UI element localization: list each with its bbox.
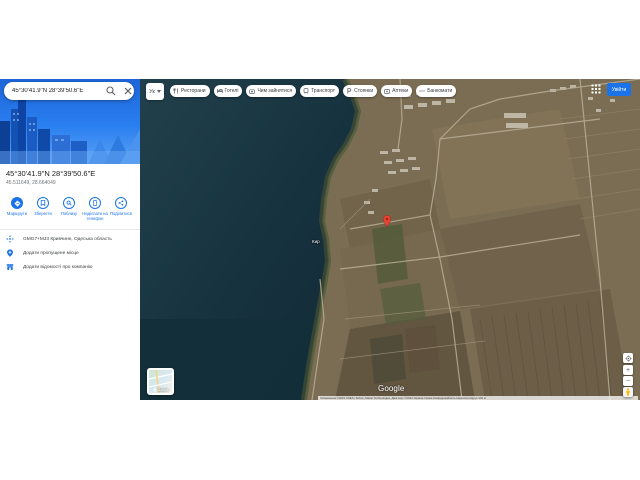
nearby-button[interactable]: Поблизу xyxy=(56,197,82,216)
add-place-icon xyxy=(6,249,14,257)
chip-parking[interactable]: Стоянки xyxy=(343,85,378,97)
send-to-phone-label: Надіслати на телефон xyxy=(82,211,108,221)
restaurant-icon xyxy=(173,88,179,94)
layers-label-text: Шари xyxy=(157,387,169,392)
add-missing-place-text: Додати пропущене місце xyxy=(23,250,79,256)
category-chips: Ресторани Готелі Чим зайнятися Транспорт xyxy=(170,85,460,97)
chip-transit-label: Транспорт xyxy=(311,88,336,94)
location-pin-icon[interactable] xyxy=(383,215,391,227)
chip-things-to-do[interactable]: Чим зайнятися xyxy=(246,85,297,97)
zoom-in-label: + xyxy=(625,366,631,374)
pegman-icon xyxy=(626,388,630,396)
parking-icon xyxy=(346,88,352,94)
bookmark-icon xyxy=(37,197,49,209)
search-icon[interactable] xyxy=(105,85,117,97)
search-input[interactable] xyxy=(12,85,102,97)
chip-pharmacies[interactable]: Аптеки xyxy=(381,85,413,97)
directions-icon xyxy=(11,197,23,209)
share-label: Поділитися xyxy=(109,211,133,216)
language-select-label: Ук xyxy=(149,88,155,95)
satellite-map[interactable]: Ук Ресторани Готелі Чим зайнятися Трансп… xyxy=(140,79,640,400)
chip-things-to-do-label: Чим зайнятися xyxy=(257,88,293,94)
plus-code-icon xyxy=(6,235,14,243)
hotel-icon xyxy=(216,88,223,94)
zoom-in-button[interactable]: + xyxy=(623,365,633,375)
divider xyxy=(0,229,140,230)
chip-hotels-label: Готелі xyxy=(224,88,239,94)
language-select[interactable]: Ук xyxy=(146,83,164,100)
chip-restaurants[interactable]: Ресторани xyxy=(170,85,210,97)
send-to-phone-icon xyxy=(89,197,101,209)
chip-hotels[interactable]: Готелі xyxy=(213,85,243,97)
save-button[interactable]: Зберегти xyxy=(30,197,56,216)
zoom-out-label: − xyxy=(625,377,631,385)
satellite-imagery xyxy=(140,79,640,400)
sign-in-button[interactable]: Увійти xyxy=(607,83,631,96)
zoom-out-button[interactable]: − xyxy=(623,376,633,386)
layers-toggle[interactable]: Шари xyxy=(147,368,174,395)
my-location-button[interactable] xyxy=(623,353,633,363)
chevron-down-icon xyxy=(156,90,161,93)
layers-label: Шари xyxy=(149,387,172,392)
activities-icon xyxy=(249,88,256,94)
map-attribution[interactable]: Зображення ©2024 CNES / Airbus, Maxar Te… xyxy=(318,396,638,400)
village-label[interactable]: Кир xyxy=(312,239,320,244)
chip-pharmacies-label: Аптеки xyxy=(392,88,409,94)
add-business-row[interactable]: Додати відомості про компанію xyxy=(6,262,136,272)
nearby-icon xyxy=(63,197,75,209)
add-missing-place-row[interactable]: Додати пропущене місце xyxy=(6,248,136,258)
close-icon[interactable] xyxy=(122,85,134,97)
pegman-button[interactable] xyxy=(623,387,633,397)
google-logo: Google xyxy=(378,384,405,393)
directions-label: Маршрути xyxy=(6,211,28,216)
chip-parking-label: Стоянки xyxy=(354,88,374,94)
layers-icon xyxy=(153,388,157,392)
storefront-icon xyxy=(6,263,14,271)
apps-grid-icon[interactable] xyxy=(591,84,601,94)
maps-app: 45°30'41.9"N 28°39'50.6"E 45.511649, 28.… xyxy=(0,0,640,480)
place-panel: 45°30'41.9"N 28°39'50.6"E 45.511649, 28.… xyxy=(0,79,140,400)
pharmacy-icon xyxy=(384,88,390,94)
chip-transit[interactable]: Транспорт xyxy=(300,85,340,97)
more-icon xyxy=(419,88,425,94)
plus-code-text: GMG7+MJ3 Кривчине, Одеська область xyxy=(23,236,112,242)
share-button[interactable]: Поділитися xyxy=(108,197,134,216)
search-box xyxy=(4,82,134,100)
save-label: Зберегти xyxy=(34,211,52,216)
my-location-icon xyxy=(624,354,632,362)
chip-restaurants-label: Ресторани xyxy=(181,88,206,94)
directions-button[interactable]: Маршрути xyxy=(4,197,30,216)
place-decimal-coordinates: 45.511649, 28.664049 xyxy=(6,180,56,186)
plus-code-row[interactable]: GMG7+MJ3 Кривчине, Одеська область xyxy=(6,234,136,244)
nearby-label: Поблизу xyxy=(60,211,78,216)
transit-icon xyxy=(303,88,309,94)
add-business-text: Додати відомості про компанію xyxy=(23,264,93,270)
chip-atms[interactable]: Банкомати xyxy=(416,85,457,97)
share-icon xyxy=(115,197,127,209)
place-title: 45°30'41.9"N 28°39'50.6"E xyxy=(6,169,96,178)
chip-atms-label: Банкомати xyxy=(427,88,453,94)
send-to-phone-button[interactable]: Надіслати на телефон xyxy=(82,197,108,221)
